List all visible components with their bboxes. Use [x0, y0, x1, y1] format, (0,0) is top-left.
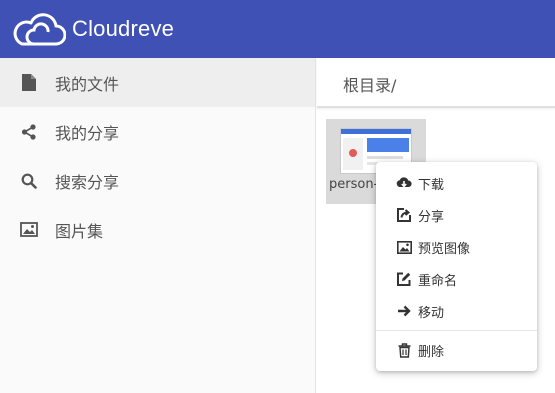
sidebar-item-search-shares[interactable]: 搜索分享 [0, 156, 315, 205]
menu-item-label: 下载 [418, 177, 445, 193]
menu-item-label: 重命名 [418, 273, 458, 289]
sidebar-item-my-shares[interactable]: 我的分享 [0, 107, 315, 156]
menu-item-download[interactable]: 下载 [376, 167, 537, 199]
share-out-icon [396, 207, 412, 223]
sidebar-item-label: 我的文件 [55, 74, 120, 94]
menu-item-label: 移动 [418, 305, 445, 321]
file-icon [20, 74, 38, 92]
menu-item-label: 分享 [418, 209, 445, 225]
sidebar-item-label: 图片集 [55, 221, 104, 241]
menu-item-move[interactable]: 移动 [376, 295, 537, 327]
image-icon [396, 239, 412, 255]
menu-item-label: 预览图像 [418, 241, 471, 257]
context-menu: 下载 分享 预览图像 重命名 移动 删除 [376, 162, 537, 371]
cloud-logo-icon [12, 10, 66, 48]
brand[interactable]: Cloudreve [12, 9, 174, 49]
sidebar-item-my-files[interactable]: 我的文件 [0, 58, 315, 107]
arrow-right-icon [396, 303, 412, 319]
app-bar: Cloudreve [0, 0, 555, 58]
menu-item-label: 删除 [418, 344, 445, 360]
rename-icon [396, 271, 412, 287]
breadcrumb: 根目录/ [317, 58, 555, 108]
share-icon [20, 123, 38, 141]
search-icon [20, 172, 38, 190]
breadcrumb-root[interactable]: 根目录/ [343, 72, 396, 96]
sidebar-item-label: 搜索分享 [55, 172, 120, 192]
brand-name: Cloudreve [72, 16, 175, 41]
image-icon [20, 221, 38, 239]
menu-item-share[interactable]: 分享 [376, 199, 537, 231]
sidebar-item-gallery[interactable]: 图片集 [0, 205, 315, 254]
menu-item-preview-image[interactable]: 预览图像 [376, 231, 537, 263]
sidebar-item-label: 我的分享 [55, 123, 120, 143]
menu-item-rename[interactable]: 重命名 [376, 263, 537, 295]
sidebar: 我的文件 我的分享 搜索分享 图片集 [0, 58, 316, 393]
menu-divider [376, 330, 537, 331]
trash-icon [396, 342, 412, 358]
cloud-download-icon [396, 175, 412, 191]
menu-item-delete[interactable]: 删除 [376, 334, 537, 366]
